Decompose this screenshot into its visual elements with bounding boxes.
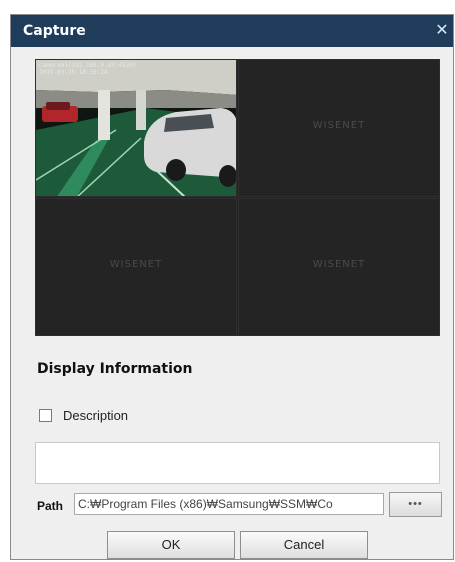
browse-button[interactable]: ••• [389, 492, 442, 517]
camera-view-4: WISENET [238, 198, 440, 336]
close-icon[interactable]: ✕ [431, 19, 453, 43]
camera-view-1: Camera01(192.168.0.43:4520) 2015-03-25 1… [35, 59, 237, 197]
dialog-title: Capture [23, 23, 86, 39]
watermark-text: WISENET [109, 259, 163, 270]
description-text-field[interactable] [35, 442, 440, 484]
description-checkbox[interactable] [39, 409, 52, 422]
camera-osd-text: Camera01(192.168.0.43:4520) 2015-03-25 1… [39, 62, 137, 76]
camera-image [36, 60, 236, 196]
camera-view-3: WISENET [35, 198, 237, 336]
capture-preview: Camera01(192.168.0.43:4520) 2015-03-25 1… [35, 59, 440, 336]
ok-button[interactable]: OK [107, 531, 235, 559]
camera-view-2: WISENET [238, 59, 440, 197]
cancel-button[interactable]: Cancel [240, 531, 368, 559]
description-label: Description [63, 408, 129, 423]
display-information-heading: Display Information [37, 361, 193, 377]
capture-dialog: Capture ✕ Camera01(192.168.0.43:4520) 20… [10, 14, 454, 560]
path-label: Path [37, 499, 64, 513]
path-input[interactable]: C:₩Program Files (x86)₩Samsung₩SSM₩Co [74, 493, 384, 515]
title-bar: Capture ✕ [11, 15, 453, 47]
watermark-text: WISENET [312, 120, 366, 131]
watermark-text: WISENET [312, 259, 366, 270]
